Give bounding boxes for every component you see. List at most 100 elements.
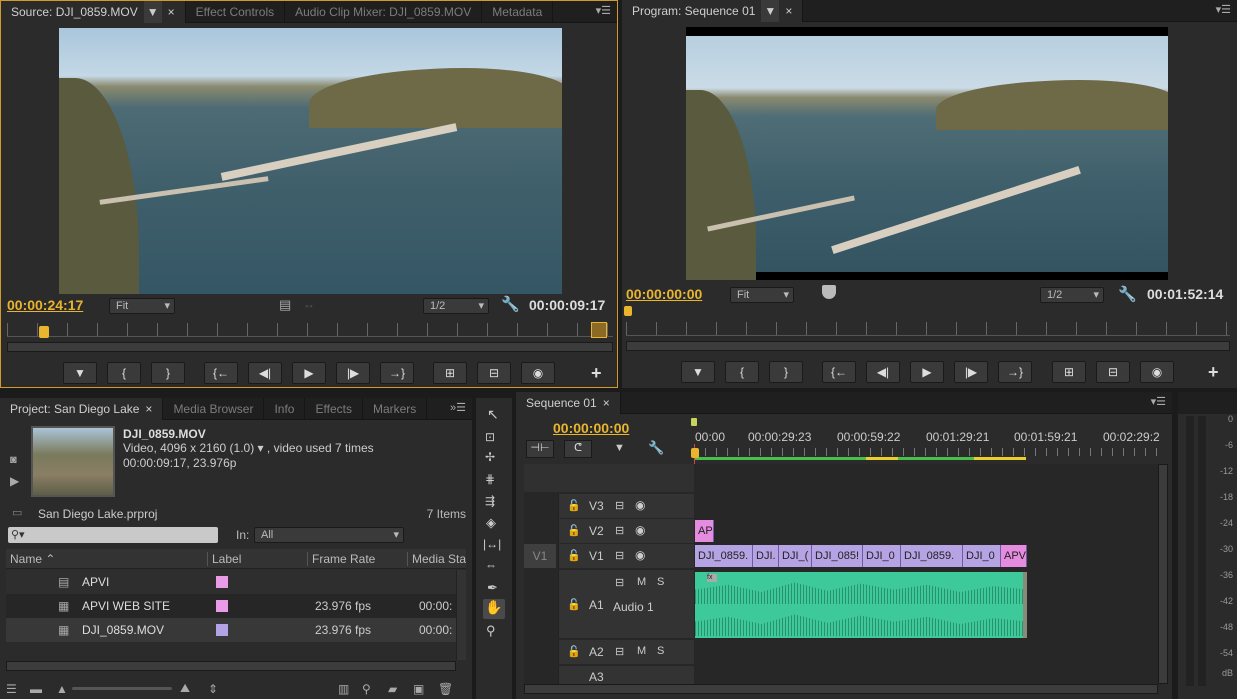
- tab-effects[interactable]: Effects: [305, 398, 363, 420]
- search-field[interactable]: ⚲▾: [8, 527, 218, 543]
- list-item[interactable]: ▦ DJI_0859.MOV 23.976 fps 00:00:: [6, 618, 458, 642]
- close-icon[interactable]: ×: [168, 1, 175, 23]
- step-back-button[interactable]: ◀|: [248, 362, 282, 384]
- panel-menu-icon[interactable]: ▾☰: [596, 4, 611, 17]
- add-marker-icon[interactable]: ▼: [614, 442, 625, 454]
- sync-lock-icon[interactable]: ⊟: [615, 645, 624, 658]
- tab-program[interactable]: Program: Sequence 01 ▼ ×: [622, 0, 804, 22]
- tab-audio-clip-mixer[interactable]: Audio Clip Mixer: DJI_0859.MOV: [285, 1, 483, 23]
- marker-icon[interactable]: [822, 285, 836, 299]
- rate-stretch-tool-icon[interactable]: ⇶: [485, 494, 495, 508]
- mute-button[interactable]: M: [637, 645, 646, 657]
- track-select-tool-icon[interactable]: ⊡: [485, 430, 495, 444]
- playhead-marker-icon[interactable]: [39, 326, 49, 338]
- mark-out-button[interactable]: }: [151, 362, 185, 384]
- timeline-ruler[interactable]: 00:00 00:00:29:23 00:00:59:22 00:01:29:2…: [694, 428, 1160, 460]
- trash-icon[interactable]: 🗑: [438, 682, 453, 696]
- mark-in-button[interactable]: {: [725, 361, 759, 383]
- label-swatch[interactable]: [216, 624, 228, 636]
- track-v1-source[interactable]: V1: [524, 544, 556, 568]
- close-icon[interactable]: ×: [785, 0, 792, 22]
- add-button-icon[interactable]: +: [591, 363, 602, 384]
- go-to-out-button[interactable]: →}: [998, 361, 1032, 383]
- close-icon[interactable]: ×: [145, 398, 152, 420]
- razor-tool-icon[interactable]: ◈: [486, 515, 496, 531]
- tab-effect-controls[interactable]: Effect Controls: [186, 1, 286, 23]
- wrench-icon[interactable]: 🔧: [1118, 285, 1137, 303]
- in-filter-dropdown[interactable]: All ▾: [254, 527, 404, 543]
- program-resolution-dropdown[interactable]: 1/2 ▾: [1040, 287, 1104, 303]
- rolling-edit-tool-icon[interactable]: ⋕: [485, 472, 495, 486]
- wrench-icon[interactable]: 🔧: [501, 295, 520, 313]
- program-time-ruler[interactable]: [626, 322, 1230, 336]
- snap-button[interactable]: ⊣⊢: [526, 440, 554, 458]
- linked-selection-button[interactable]: ᕦ: [564, 440, 592, 458]
- panel-menu-icon[interactable]: ▾☰: [1216, 3, 1231, 16]
- list-item[interactable]: ▦ APVI WEB SITE 23.976 fps 00:00:: [6, 594, 458, 618]
- timeline-horizontal-scrollbar[interactable]: [524, 684, 1158, 694]
- ripple-edit-tool-icon[interactable]: ✢: [485, 450, 495, 464]
- export-frame-button[interactable]: ◉: [521, 362, 555, 384]
- camera-icon[interactable]: ◙: [10, 454, 17, 466]
- pen-tool-icon[interactable]: ✒: [487, 580, 498, 596]
- timeline-vertical-scrollbar[interactable]: [1158, 464, 1168, 684]
- out-point-marker[interactable]: [591, 322, 607, 338]
- source-fit-dropdown[interactable]: Fit ▾: [109, 298, 175, 314]
- lock-icon[interactable]: 🔓: [567, 524, 581, 537]
- play-button[interactable]: ▶: [292, 362, 326, 384]
- tab-info[interactable]: Info: [264, 398, 306, 420]
- mark-out-button[interactable]: }: [769, 361, 803, 383]
- zoom-in-icon[interactable]: ⛰: [180, 681, 190, 696]
- mute-button[interactable]: M: [637, 576, 646, 588]
- new-bin-icon[interactable]: ▰: [388, 682, 397, 696]
- go-to-in-button[interactable]: {←: [204, 362, 238, 384]
- v1-clip[interactable]: DJI_0859.: [901, 545, 963, 567]
- program-fit-dropdown[interactable]: Fit ▾: [730, 287, 794, 303]
- panel-menu-icon[interactable]: ▾☰: [1151, 395, 1166, 408]
- step-forward-button[interactable]: |▶: [336, 362, 370, 384]
- sync-lock-icon[interactable]: ⊟: [615, 499, 624, 512]
- sync-lock-icon[interactable]: ⊟: [615, 524, 624, 537]
- column-media-start[interactable]: Media Sta: [408, 552, 466, 566]
- tab-media-browser[interactable]: Media Browser: [163, 398, 265, 420]
- insert-arrow-icon[interactable]: ↔: [303, 297, 315, 311]
- solo-button[interactable]: S: [657, 576, 664, 588]
- find-icon[interactable]: ⚲: [362, 682, 371, 696]
- label-swatch[interactable]: [216, 600, 228, 612]
- mark-in-button[interactable]: {: [107, 362, 141, 384]
- tab-project[interactable]: Project: San Diego Lake ×: [0, 398, 164, 420]
- lock-icon[interactable]: 🔓: [567, 549, 581, 562]
- add-marker-button[interactable]: ▼: [681, 361, 715, 383]
- selection-tool-icon[interactable]: ↖: [487, 406, 499, 423]
- column-label[interactable]: Label: [208, 551, 308, 566]
- eye-icon[interactable]: ◉: [635, 498, 645, 512]
- v1-clip[interactable]: DJI_0: [863, 545, 901, 567]
- list-view-icon[interactable]: ☰: [6, 682, 17, 696]
- v1-clip[interactable]: DJI_0: [963, 545, 1001, 567]
- sync-lock-icon[interactable]: ⊟: [615, 549, 624, 562]
- lock-icon[interactable]: 🔓: [567, 499, 581, 512]
- playhead-marker-icon[interactable]: [624, 306, 632, 316]
- solo-button[interactable]: S: [657, 645, 664, 657]
- export-frame-button[interactable]: ◉: [1140, 361, 1174, 383]
- close-icon[interactable]: ×: [603, 392, 610, 414]
- lock-icon[interactable]: 🔓: [567, 645, 581, 658]
- a1-audio-clip[interactable]: fx: [695, 572, 1027, 638]
- panel-menu-icon[interactable]: »☰: [450, 401, 466, 414]
- chevron-down-icon[interactable]: ▼: [143, 1, 162, 23]
- zoom-tool-icon[interactable]: ⚲: [486, 623, 496, 639]
- eye-icon[interactable]: ◉: [635, 523, 645, 537]
- slide-tool-icon[interactable]: ⇔: [485, 558, 497, 572]
- program-zoom-scrollbar[interactable]: [626, 341, 1230, 351]
- step-back-button[interactable]: ◀|: [866, 361, 900, 383]
- play-button[interactable]: ▶: [910, 361, 944, 383]
- chevron-down-icon[interactable]: ▼: [761, 0, 780, 22]
- hand-tool-icon[interactable]: ✋: [483, 599, 505, 619]
- step-forward-button[interactable]: |▶: [954, 361, 988, 383]
- label-swatch[interactable]: [216, 576, 228, 588]
- v1-clip[interactable]: APV: [1001, 545, 1027, 567]
- list-item[interactable]: ▤ APVI: [6, 570, 458, 594]
- playhead-marker-icon[interactable]: [691, 448, 699, 458]
- wrench-icon[interactable]: 🔧: [648, 440, 664, 456]
- tab-sequence[interactable]: Sequence 01 ×: [516, 392, 621, 414]
